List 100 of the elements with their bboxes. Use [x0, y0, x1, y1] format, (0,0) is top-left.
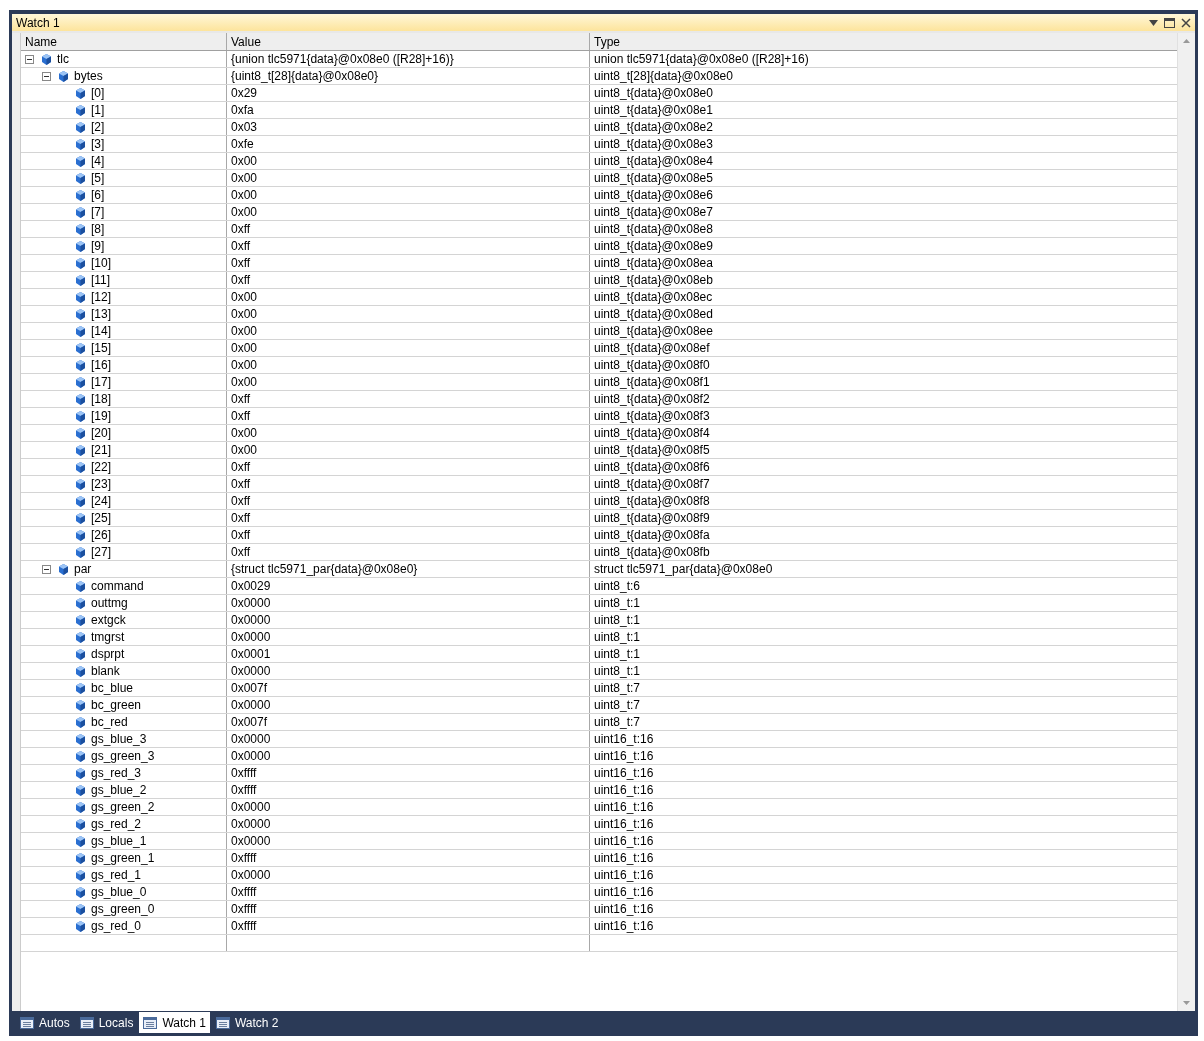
variable-value: 0x00 [231, 188, 258, 202]
variable-type: uint8_t{data}@0x08ed [594, 307, 713, 321]
cube-icon [76, 308, 85, 320]
variable-name: gs_red_3 [91, 766, 142, 780]
variable-type: uint8_t{data}@0x08ea [594, 256, 713, 270]
cube-icon [76, 614, 85, 626]
window-list-icon [79, 1016, 94, 1029]
variable-value: {uint8_t[28]{data}@0x08e0} [231, 69, 378, 83]
cube-icon [76, 750, 85, 762]
cube-icon [76, 461, 85, 473]
variable-name: [11] [91, 273, 111, 287]
panel-tab[interactable]: Autos [16, 1012, 74, 1033]
variable-value: 0xffff [231, 766, 257, 780]
cube-icon [59, 70, 68, 82]
variable-value: 0xff [231, 494, 251, 508]
variable-value: {struct tlc5971_par{data}@0x08e0} [231, 562, 418, 576]
variable-name: [4] [91, 154, 105, 168]
variable-type: uint8_t{data}@0x08e0 [594, 86, 713, 100]
column-header[interactable]: Value [227, 33, 590, 50]
variable-name: [13] [91, 307, 111, 321]
variable-type: uint8_t{data}@0x08f5 [594, 443, 710, 457]
variable-name: [18] [91, 392, 111, 406]
cube-icon [76, 784, 85, 796]
variable-name: tlc [57, 52, 69, 66]
variable-name: [16] [91, 358, 111, 372]
variable-type: uint8_t{data}@0x08e8 [594, 222, 713, 236]
variable-name: bytes [74, 69, 103, 83]
variable-value: 0x00 [231, 426, 258, 440]
cube-icon [76, 716, 85, 728]
column-header[interactable]: Name [21, 33, 227, 50]
variable-type: uint16_t:16 [594, 868, 654, 882]
variable-name: [15] [91, 341, 111, 355]
panel-tab[interactable]: Watch 2 [211, 1012, 283, 1033]
collapse-icon[interactable] [42, 564, 51, 574]
variable-type: uint8_t:1 [594, 613, 641, 627]
cube-icon [76, 818, 85, 830]
variable-value: 0xff [231, 222, 251, 236]
cube-icon [76, 495, 85, 507]
collapse-icon[interactable] [42, 71, 51, 81]
cube-icon [76, 444, 85, 456]
variable-name: [0] [91, 86, 105, 100]
variable-value: 0xff [231, 528, 251, 542]
variable-name: [9] [91, 239, 105, 253]
cube-icon [76, 342, 85, 354]
cube-icon [76, 87, 85, 99]
close-icon[interactable] [1181, 17, 1191, 28]
maximize-icon[interactable] [1164, 17, 1175, 28]
cube-icon [76, 733, 85, 745]
variable-type: uint8_t{data}@0x08f1 [594, 375, 710, 389]
variable-value: {union tlc5971{data}@0x08e0 ([R28]+16)} [231, 52, 454, 66]
variable-type: uint8_t{data}@0x08fb [594, 545, 710, 559]
variable-type: uint16_t:16 [594, 834, 654, 848]
cube-icon [76, 852, 85, 864]
variable-value: 0x00 [231, 290, 258, 304]
cube-icon [76, 665, 85, 677]
variable-value: 0x00 [231, 375, 258, 389]
variable-value: 0x0029 [231, 579, 271, 593]
variable-type: struct tlc5971_par{data}@0x08e0 [594, 562, 773, 576]
variable-type: uint8_t{data}@0x08ec [594, 290, 713, 304]
dropdown-icon[interactable] [1149, 19, 1158, 26]
variable-value: 0xff [231, 409, 251, 423]
variable-name: [24] [91, 494, 111, 508]
cube-icon [76, 410, 85, 422]
cube-icon [76, 223, 85, 235]
variable-value: 0x0000 [231, 749, 271, 763]
variable-name: gs_red_1 [91, 868, 142, 882]
cube-icon [76, 869, 85, 881]
variable-type: uint16_t:16 [594, 902, 654, 916]
cube-icon [76, 240, 85, 252]
variable-name: [5] [91, 171, 105, 185]
variable-name: [25] [91, 511, 111, 525]
panel-tab[interactable]: Watch 1 [139, 1012, 210, 1033]
variable-type: uint8_t{data}@0x08e7 [594, 205, 713, 219]
variable-type: uint8_t{data}@0x08e1 [594, 103, 713, 117]
variable-value: 0xff [231, 239, 251, 253]
variable-value: 0xff [231, 477, 251, 491]
panel-tab[interactable]: Locals [75, 1012, 138, 1033]
variable-value: 0x00 [231, 341, 258, 355]
variable-type: uint8_t{data}@0x08e6 [594, 188, 713, 202]
variable-value: 0x0000 [231, 817, 271, 831]
variable-value: 0x0000 [231, 596, 271, 610]
variable-type: uint8_t{data}@0x08e3 [594, 137, 713, 151]
column-header[interactable]: Type [590, 33, 1177, 50]
variable-value: 0x0000 [231, 664, 271, 678]
variable-type: uint8_t{data}@0x08ee [594, 324, 713, 338]
collapse-icon[interactable] [25, 54, 34, 64]
variable-type: uint8_t[28]{data}@0x08e0 [594, 69, 733, 83]
variable-type: uint8_t{data}@0x08e9 [594, 239, 713, 253]
cube-icon [76, 376, 85, 388]
cube-icon [76, 427, 85, 439]
variable-type: uint8_t:1 [594, 630, 641, 644]
variable-name: [3] [91, 137, 105, 151]
variable-value: 0xffff [231, 783, 257, 797]
variable-name: extgck [91, 613, 126, 627]
variable-name: [2] [91, 120, 105, 134]
variable-type: uint16_t:16 [594, 800, 654, 814]
variable-type: uint16_t:16 [594, 885, 654, 899]
variable-name: [22] [91, 460, 111, 474]
variable-type: uint8_t:1 [594, 596, 641, 610]
cube-icon [76, 682, 85, 694]
